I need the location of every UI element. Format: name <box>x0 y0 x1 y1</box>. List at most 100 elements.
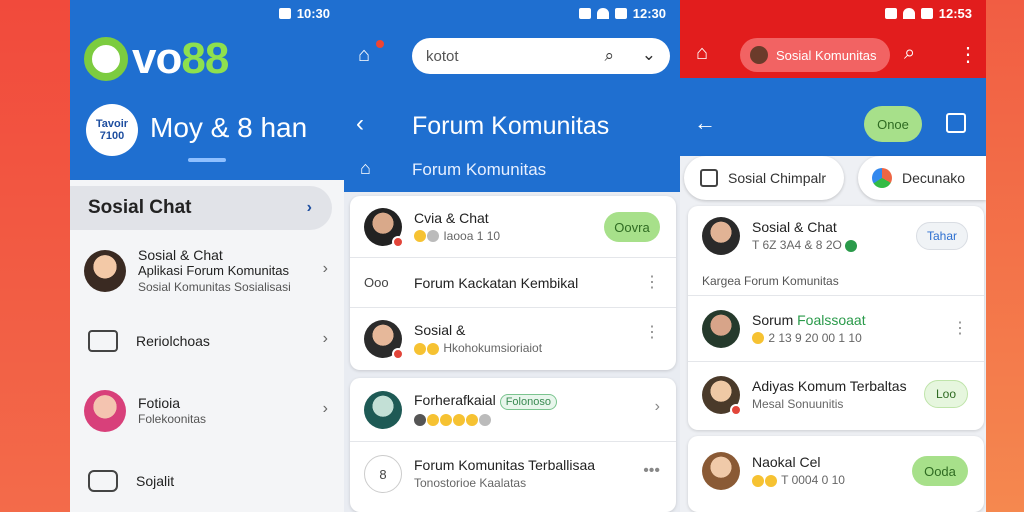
avatar <box>364 207 404 248</box>
more-icon[interactable]: ⋮ <box>958 42 978 67</box>
tab-label: Decunako <box>902 170 966 186</box>
avatar <box>702 217 740 255</box>
item-meta: Mesal Sonuunitis <box>752 397 844 411</box>
avatar <box>364 320 404 360</box>
more-icon[interactable]: ⋮ <box>952 318 968 338</box>
avatar <box>84 390 126 432</box>
user-name: Moy & 8 han <box>150 112 308 143</box>
alarm-icon <box>578 7 591 19</box>
section-title: Kargea Forum Komunitas <box>702 273 839 288</box>
list-item[interactable]: Sorum Foalssoaat 2 13 9 20 00 1 10 ⋮ <box>688 296 984 362</box>
home-icon[interactable]: ⌂ <box>358 40 384 66</box>
item-title: Sosial & Chat <box>138 247 223 263</box>
tab-sosial[interactable]: Sosial Chimpalr <box>684 156 844 200</box>
list-item[interactable]: Naokal Cel T 0004 0 10 Ooda <box>688 436 984 506</box>
item-description: Sosial Komunitas Sosialisasi <box>138 280 291 294</box>
message-icon <box>88 330 118 352</box>
join-button[interactable]: Onoe <box>864 106 922 142</box>
join-button[interactable]: Oovra <box>604 212 660 242</box>
item-title-accent: Foalssoaat <box>797 311 866 328</box>
status-time: 10:30 <box>296 5 330 21</box>
item-title: Sorum <box>752 311 798 328</box>
chat-icon <box>88 470 118 492</box>
forum-icon: Ooo <box>364 275 389 290</box>
home-icon[interactable]: ⌂ <box>360 158 371 179</box>
community-header <box>680 78 986 156</box>
list-item[interactable]: Reriolchoas › <box>70 306 344 376</box>
phone-forum-screen: 12:30 ⌂ kotot ⌕ ⌄ ‹ Forum Komunitas ⌂ Fo… <box>344 0 680 512</box>
phone-community-screen: 12:53 ⌂ Sosial Komunitas ⌕ ⋮ ← Onoe Sosi… <box>680 0 986 512</box>
list-item[interactable]: Sojalit <box>70 446 344 512</box>
battery-icon <box>614 7 627 19</box>
item-tag: Folonoso <box>499 394 557 410</box>
home-icon[interactable]: ⌂ <box>696 42 708 65</box>
item-meta: Tonostorioe Kaalatas <box>414 476 527 490</box>
avatar <box>702 452 740 490</box>
battery-icon <box>920 7 933 19</box>
search-icon[interactable]: ⌕ <box>604 46 614 66</box>
list-item[interactable]: Fotioia Folekoonitas › <box>70 376 344 446</box>
item-meta: T 0004 0 10 <box>781 473 845 487</box>
search-icon[interactable]: ⌕ <box>904 42 915 65</box>
notification-dot <box>376 40 384 48</box>
more-icon[interactable]: ⋮ <box>644 272 660 292</box>
item-title: Reriolchoas <box>136 333 210 349</box>
item-title: Sojalit <box>136 473 175 489</box>
wifi-icon <box>596 7 609 19</box>
item-title: Forum Kackatan Kembikal <box>414 274 579 291</box>
list-item[interactable]: Forherafkaial Folonoso › <box>350 378 676 442</box>
item-meta: Iaooa 1 10 <box>443 228 501 243</box>
tab-decunako[interactable]: Decunako <box>858 156 986 200</box>
list-item[interactable]: Adiyas Komum Terbaltas Mesal Sonuunitis … <box>688 362 984 428</box>
back-icon[interactable]: ‹ <box>356 110 364 138</box>
list-item[interactable]: Cvia & Chat Iaooa 1 10 Oovra <box>350 196 676 258</box>
avatar[interactable]: Tavoir 7100 <box>86 104 138 156</box>
item-subtitle: Aplikasi Forum Komunitas <box>138 263 289 278</box>
list-item[interactable]: Sosial & Chat T 6Z 3A4 & 8 2O Tahar <box>688 206 984 266</box>
logo-word: vo <box>132 34 182 83</box>
item-title: Naokal Cel <box>752 454 821 470</box>
avatar <box>702 376 742 416</box>
status-time: 12:30 <box>632 5 666 21</box>
forum-card: Cvia & Chat Iaooa 1 10 Oovra Ooo Forum K… <box>350 196 676 370</box>
list-item[interactable]: 8 Forum Komunitas Terballisaa Tonostorio… <box>350 442 676 506</box>
status-bar: 10:30 <box>70 0 344 26</box>
item-title: Forherafkaial <box>414 392 496 408</box>
item-meta: 2 13 9 20 00 1 10 <box>768 330 862 345</box>
forum-card: Forherafkaial Folonoso › 8 Forum Komunita… <box>350 378 676 512</box>
palette-icon <box>872 168 892 188</box>
item-title: Sosial & Chat <box>752 219 837 235</box>
menu-list: Sosial & Chat Aplikasi Forum Komunitas S… <box>70 236 344 512</box>
list-item[interactable]: Sosial & Chat Aplikasi Forum Komunitas S… <box>70 236 344 306</box>
search-bar[interactable]: kotot ⌕ ⌄ <box>412 38 670 74</box>
more-icon[interactable]: ••• <box>643 462 660 480</box>
join-button[interactable]: Ooda <box>912 456 968 486</box>
back-icon[interactable]: ← <box>694 110 716 136</box>
alarm-icon <box>884 7 897 19</box>
avatar <box>84 250 126 292</box>
phone-profile-screen: 10:30 vo88 Tavoir 7100 Moy & 8 han Sosia… <box>70 0 344 512</box>
wifi-icon <box>902 7 915 19</box>
profile-header: 10:30 vo88 Tavoir 7100 Moy & 8 han <box>70 0 344 180</box>
forum-icon: 8 <box>364 455 402 493</box>
logo-ring-icon <box>84 37 128 81</box>
status-bar: 12:53 <box>680 0 986 26</box>
list-item[interactable]: Ooo Forum Kackatan Kembikal ⋮ <box>350 258 676 308</box>
filter-icon[interactable]: ⌄ <box>642 45 656 65</box>
community-card: Naokal Cel T 0004 0 10 Ooda <box>688 436 984 512</box>
top-bar: 12:53 ⌂ Sosial Komunitas ⌕ ⋮ <box>680 0 986 78</box>
join-button[interactable]: Loo <box>924 380 968 408</box>
share-icon <box>700 169 718 187</box>
follow-button[interactable]: Tahar <box>916 222 968 250</box>
avatar <box>750 46 768 64</box>
nav-item-sosial-chat[interactable]: Sosial Chat › <box>70 186 332 230</box>
more-icon[interactable]: ⋮ <box>644 322 660 342</box>
community-pill[interactable]: Sosial Komunitas <box>740 38 890 72</box>
list-item[interactable]: Sosial & Hkohokumsioriaiot ⋮ <box>350 308 676 370</box>
edit-icon[interactable] <box>946 113 966 133</box>
item-title: Sosial & <box>414 322 466 338</box>
search-input[interactable]: kotot <box>426 48 459 65</box>
verified-icon <box>845 239 858 252</box>
community-card: Sosial & Chat T 6Z 3A4 & 8 2O Tahar Karg… <box>688 206 984 430</box>
status-bar: 12:30 <box>344 0 680 26</box>
